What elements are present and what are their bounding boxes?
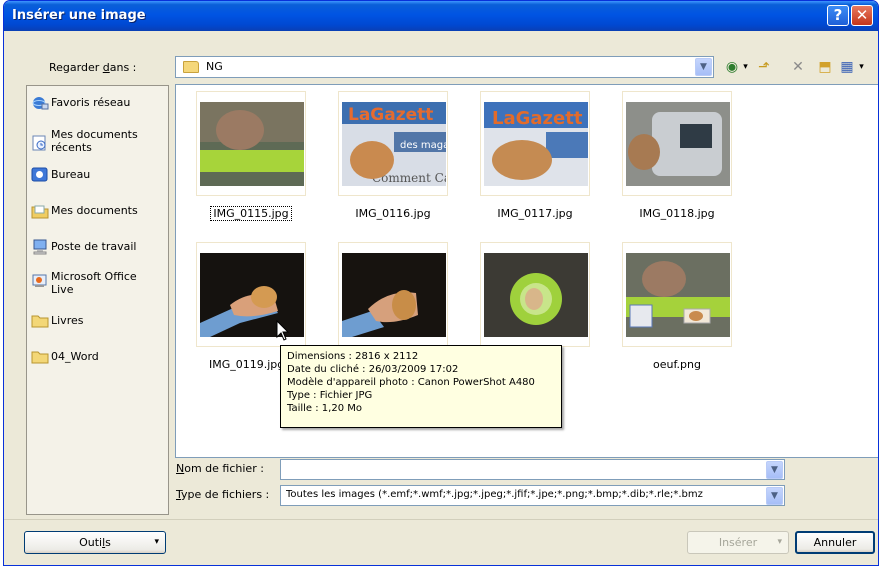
recent-documents-icon [32, 135, 46, 151]
folder-icon [31, 315, 49, 328]
views-dropdown-icon[interactable]: ▾ [857, 58, 866, 76]
place-label: Mes documents récents [51, 128, 138, 154]
thumbnail-frame: LaGazett [480, 91, 590, 196]
place-label: Bureau [51, 168, 91, 181]
folder-icon [31, 351, 49, 364]
file-name: oeuf.png [653, 358, 701, 371]
place-office-live[interactable]: Microsoft Office Live [31, 269, 167, 308]
thumbnail-image [626, 102, 730, 186]
lookin-combobox[interactable]: NG ▼ [175, 56, 714, 78]
cancel-button[interactable]: Annuler [795, 531, 875, 554]
thumb-text: LaGazett [348, 105, 433, 125]
place-recent[interactable]: Mes documents récents [31, 127, 167, 166]
tooltip-camera-model: Modèle d'appareil photo : Canon PowerSho… [287, 377, 535, 388]
lookin-label-accel: d [102, 61, 110, 74]
place-label: Mes documents [51, 204, 138, 217]
file-name: IMG_0116.jpg [355, 207, 431, 220]
thumbnail-image: LaGazett [484, 102, 588, 186]
help-button[interactable]: ? [827, 5, 849, 26]
file-name: IMG_0115.jpg [181, 206, 321, 221]
thumb-text: LaGazett [492, 108, 583, 129]
thumbnail-frame [196, 91, 306, 196]
thumbnail-frame [338, 242, 448, 347]
my-documents-icon [31, 205, 49, 219]
lookin-label-suffix: ans : [109, 61, 137, 74]
office-live-icon [32, 274, 47, 287]
filename-label: Nom de fichier : [176, 462, 264, 475]
thumbnail-image [200, 102, 304, 186]
lookin-value: NG [206, 60, 223, 73]
filename-dropdown-button[interactable]: ▼ [766, 461, 783, 479]
dialog-title: Insérer une image [12, 8, 146, 23]
lookin-dropdown-button[interactable]: ▼ [695, 58, 712, 76]
file-item-img-0118[interactable]: IMG_0118.jpg [622, 91, 732, 236]
tooltip-size: Taille : 1,20 Mo [287, 403, 362, 414]
tools-dropdown-icon: ▾ [154, 537, 159, 547]
place-label: Favoris réseau [51, 96, 131, 109]
file-item-img-0115[interactable]: IMG_0115.jpg [196, 91, 306, 236]
place-label: 04_Word [51, 350, 99, 363]
tools-button[interactable]: Outils ▾ [24, 531, 166, 554]
lookin-label: Regarder dans : [49, 61, 136, 74]
tooltip-date: Date du cliché : 26/03/2009 17:02 [287, 364, 459, 375]
my-computer-icon [33, 239, 47, 255]
mouse-cursor-icon [276, 320, 290, 341]
back-icon[interactable]: ◉ [724, 58, 740, 76]
thumbnail-image [484, 253, 588, 337]
file-name: IMG_0118.jpg [639, 207, 715, 220]
close-button[interactable]: ✕ [851, 5, 873, 26]
filetype-dropdown-button[interactable]: ▼ [766, 487, 783, 505]
delete-icon[interactable]: ✕ [789, 58, 807, 76]
file-item-img-0116[interactable]: LaGazett des magas Comment Camil IMG_011… [338, 91, 448, 236]
new-folder-icon[interactable]: ⬒ [815, 58, 835, 76]
thumbnail-image [626, 253, 730, 337]
file-item-oeuf[interactable]: oeuf.png [622, 242, 732, 387]
filetype-value: Toutes les images (*.emf;*.wmf;*.jpg;*.j… [286, 489, 703, 500]
file-info-tooltip: Dimensions : 2816 x 2112 Date du cliché … [280, 345, 562, 428]
filetype-label: Type de fichiers : [176, 488, 270, 501]
tooltip-dimensions: Dimensions : 2816 x 2112 [287, 351, 419, 362]
insert-dropdown-icon: ▾ [777, 537, 782, 547]
folder-icon [183, 61, 199, 73]
place-label: Poste de travail [51, 240, 137, 253]
insert-button[interactable]: Insérer ▾ [687, 531, 789, 554]
thumbnail-frame: LaGazett des magas Comment Camil [338, 91, 448, 196]
views-icon[interactable]: ▦ [837, 58, 857, 76]
separator [4, 519, 878, 520]
place-label: Microsoft Office Live [51, 270, 137, 296]
back-dropdown-icon[interactable]: ▾ [741, 58, 750, 76]
thumbnail-frame [622, 242, 732, 347]
tooltip-type: Type : Fichier JPG [287, 390, 373, 401]
thumbnail-frame [480, 242, 590, 347]
thumb-text: des magas [400, 140, 446, 151]
file-item-img-0117[interactable]: LaGazett IMG_0117.jpg [480, 91, 590, 236]
thumbnail-image: LaGazett des magas Comment Camil [342, 102, 446, 186]
thumbnail-image [342, 253, 446, 337]
thumbnail-frame [622, 91, 732, 196]
network-places-icon [32, 97, 49, 110]
filename-input[interactable]: ▼ [280, 459, 785, 480]
up-folder-icon[interactable]: ⬏ [754, 58, 774, 76]
places-bar: Favoris réseau Mes documents récents Bur… [26, 85, 169, 515]
filetype-select[interactable]: Toutes les images (*.emf;*.wmf;*.jpg;*.j… [280, 485, 785, 506]
place-label: Livres [51, 314, 84, 327]
desktop-icon [31, 167, 48, 182]
title-bar[interactable]: Insérer une image ? ✕ [4, 1, 878, 31]
insert-image-dialog: Insérer une image ? ✕ Regarder dans : NG… [3, 0, 879, 566]
file-name: IMG_0117.jpg [497, 207, 573, 220]
lookin-label-prefix: Regarder [49, 61, 103, 74]
